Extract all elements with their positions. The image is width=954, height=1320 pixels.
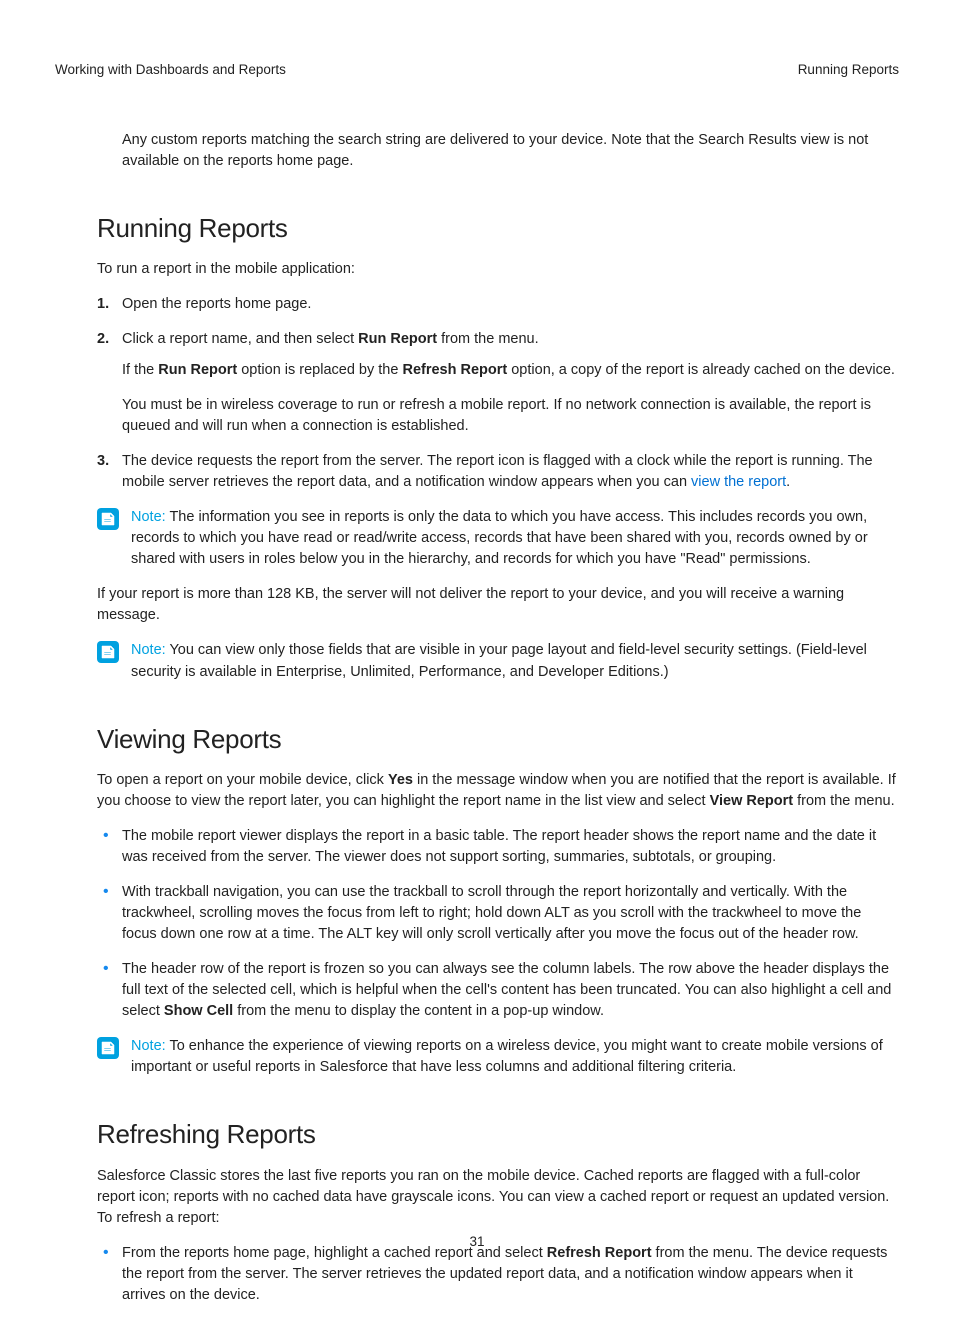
step-3-text-b: . bbox=[786, 474, 790, 490]
step-1: Open the reports home page. bbox=[97, 294, 899, 315]
view-the-report-link[interactable]: view the report bbox=[691, 474, 786, 490]
viewing-lead: To open a report on your mobile device, … bbox=[97, 770, 899, 812]
running-lead: To run a report in the mobile applicatio… bbox=[97, 259, 899, 280]
step-1-text: Open the reports home page. bbox=[122, 296, 311, 312]
list-item: The mobile report viewer displays the re… bbox=[97, 826, 899, 868]
refreshing-bullets: From the reports home page, highlight a … bbox=[97, 1243, 899, 1306]
intro-paragraph: Any custom reports matching the search s… bbox=[97, 130, 899, 172]
header-left: Working with Dashboards and Reports bbox=[55, 60, 286, 80]
step-2: Click a report name, and then select Run… bbox=[97, 329, 899, 437]
note-body-text: To enhance the experience of viewing rep… bbox=[131, 1038, 883, 1075]
note-icon bbox=[97, 1037, 119, 1059]
note-block-2: Note: You can view only those fields tha… bbox=[97, 640, 899, 682]
refreshing-reports-heading: Refreshing Reports bbox=[97, 1116, 899, 1154]
step-2-text-a: Click a report name, and then select bbox=[122, 331, 358, 347]
header-right: Running Reports bbox=[798, 60, 899, 80]
note-body-text: You can view only those fields that are … bbox=[131, 642, 867, 679]
step-2-sub1: If the Run Report option is replaced by … bbox=[122, 360, 899, 381]
step-2-text-b: from the menu. bbox=[437, 331, 539, 347]
step-2-sub2: You must be in wireless coverage to run … bbox=[122, 395, 899, 437]
list-item: From the reports home page, highlight a … bbox=[97, 1243, 899, 1306]
note-label: Note: bbox=[131, 642, 166, 658]
step-3: The device requests the report from the … bbox=[97, 451, 899, 493]
note-label: Note: bbox=[131, 509, 166, 525]
note-icon bbox=[97, 641, 119, 663]
refreshing-lead: Salesforce Classic stores the last five … bbox=[97, 1166, 899, 1229]
size-warning-paragraph: If your report is more than 128 KB, the … bbox=[97, 584, 899, 626]
note-block-3: Note: To enhance the experience of viewi… bbox=[97, 1036, 899, 1078]
viewing-bullets: The mobile report viewer displays the re… bbox=[97, 826, 899, 1022]
list-item: With trackball navigation, you can use t… bbox=[97, 882, 899, 945]
note-block-1: Note: The information you see in reports… bbox=[97, 507, 899, 570]
running-reports-heading: Running Reports bbox=[97, 210, 899, 248]
note-icon bbox=[97, 508, 119, 530]
note-body-text: The information you see in reports is on… bbox=[131, 509, 868, 567]
step-2-bold: Run Report bbox=[358, 331, 437, 347]
list-item: The header row of the report is frozen s… bbox=[97, 959, 899, 1022]
page-header: Working with Dashboards and Reports Runn… bbox=[55, 60, 899, 80]
viewing-reports-heading: Viewing Reports bbox=[97, 721, 899, 759]
note-label: Note: bbox=[131, 1038, 166, 1054]
running-steps: Open the reports home page. Click a repo… bbox=[97, 294, 899, 493]
